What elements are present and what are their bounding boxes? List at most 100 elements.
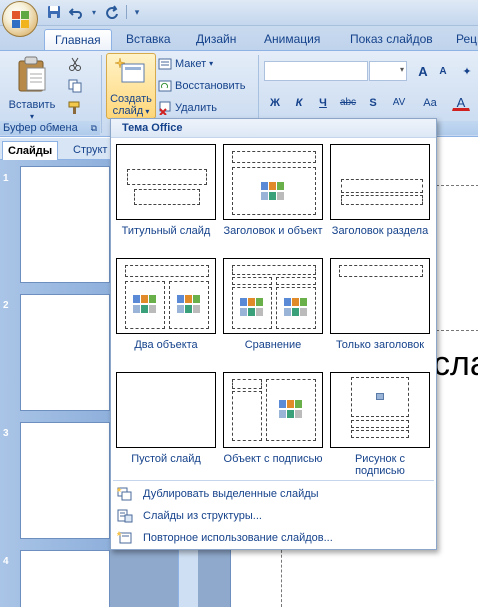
layout-title-and-content[interactable]: Заголовок и объект xyxy=(223,144,323,237)
placeholder xyxy=(351,420,409,428)
tab-slides-pane[interactable]: Слайды xyxy=(2,141,59,160)
menu-separator xyxy=(113,480,434,481)
tab-home[interactable]: Главная xyxy=(44,29,112,50)
thumbnail-scrollbar[interactable] xyxy=(178,540,198,607)
slide-thumbnails-pane: 1 2 3 4 xyxy=(0,160,110,607)
tab-slideshow[interactable]: Показ слайдов xyxy=(340,29,443,50)
layout-caption: Заголовок и объект xyxy=(223,225,323,237)
character-spacing-button[interactable]: AV xyxy=(386,93,412,111)
layout-picture-with-caption[interactable]: Рисунок с подписью xyxy=(330,372,430,477)
layout-caption: Титульный слайд xyxy=(121,225,211,237)
cut-icon[interactable] xyxy=(68,57,82,71)
duplicate-slides-item[interactable]: Дублировать выделенные слайды xyxy=(115,484,434,504)
reset-button[interactable]: Восстановить xyxy=(158,76,245,96)
clipboard-group-label: Буфер обмена ⧉ xyxy=(0,121,100,135)
layout-thumbnail xyxy=(223,258,323,334)
layout-comparison[interactable]: Сравнение xyxy=(223,258,323,351)
duplicate-slides-icon xyxy=(116,487,133,501)
layout-title-slide[interactable]: Титульный слайд xyxy=(116,144,216,237)
layout-two-content[interactable]: Два объекта xyxy=(116,258,216,351)
new-slide-icon xyxy=(114,57,145,83)
delete-slide-button[interactable]: Удалить xyxy=(158,98,217,118)
grow-font-button[interactable]: A xyxy=(414,62,432,80)
placeholder xyxy=(351,430,409,438)
italic-button[interactable]: К xyxy=(290,93,308,111)
subtitle-placeholder-border xyxy=(281,540,282,607)
slide-number: 4 xyxy=(3,556,9,567)
layout-label: Макет xyxy=(175,58,207,70)
layout-section-header[interactable]: Заголовок раздела xyxy=(330,144,430,237)
placeholder xyxy=(134,189,200,205)
change-case-button[interactable]: Aa xyxy=(418,93,442,111)
copy-icon[interactable] xyxy=(68,79,82,93)
font-color-button[interactable]: A xyxy=(452,93,470,111)
layout-gallery-dropdown: Тема Office Титульный слайд Заголовок и xyxy=(110,118,437,550)
slide-thumbnail[interactable] xyxy=(20,422,110,539)
shrink-font-button[interactable]: A xyxy=(434,62,452,80)
strikethrough-button[interactable]: abc xyxy=(336,93,360,111)
slide-number: 3 xyxy=(3,428,9,439)
clear-formatting-icon[interactable]: ✦ xyxy=(458,62,476,80)
save-icon[interactable] xyxy=(46,4,62,20)
slide-thumbnail[interactable] xyxy=(20,166,110,283)
content-icons xyxy=(240,298,266,318)
qat-separator xyxy=(126,5,127,19)
office-logo-icon xyxy=(12,11,30,29)
redo-icon[interactable] xyxy=(104,4,120,20)
placeholder xyxy=(232,391,262,441)
underline-button[interactable]: Ч xyxy=(314,93,332,111)
new-slide-button[interactable]: Создать слайд ▾ xyxy=(106,53,156,119)
slides-from-outline-item[interactable]: Слайды из структуры... xyxy=(115,506,434,526)
placeholder xyxy=(351,377,409,417)
content-icons xyxy=(284,298,310,318)
layout-thumbnail xyxy=(223,372,323,448)
layout-thumbnail xyxy=(116,372,216,448)
tab-review[interactable]: Рец xyxy=(446,29,478,50)
layout-caption: Объект с подписью xyxy=(223,453,323,465)
slide-thumbnail[interactable] xyxy=(20,550,110,607)
text-shadow-button[interactable]: S xyxy=(364,93,382,111)
font-size-dropdown-icon[interactable]: ▾ xyxy=(400,65,404,74)
placeholder xyxy=(232,265,316,275)
layout-icon xyxy=(158,57,172,71)
slide-title-text[interactable]: сла xyxy=(433,345,478,384)
placeholder xyxy=(266,379,316,441)
group-separator xyxy=(101,55,102,133)
format-painter-icon[interactable] xyxy=(68,101,82,115)
reuse-slides-item[interactable]: Повторное использование слайдов... xyxy=(115,528,434,548)
delete-label: Удалить xyxy=(175,102,217,114)
layout-content-with-caption[interactable]: Объект с подписью xyxy=(223,372,323,465)
new-slide-label-line1: Создать xyxy=(110,93,152,105)
slide-thumbnail[interactable] xyxy=(20,294,110,411)
tab-insert[interactable]: Вставка xyxy=(116,29,181,50)
content-icons xyxy=(261,182,287,202)
placeholder xyxy=(232,167,316,215)
placeholder xyxy=(339,265,423,277)
font-name-combobox[interactable] xyxy=(264,61,368,81)
bold-button[interactable]: Ж xyxy=(266,93,284,111)
layout-thumbnail xyxy=(330,372,430,448)
undo-dropdown-icon[interactable]: ▾ xyxy=(90,4,98,20)
dialog-launcher-icon[interactable]: ⧉ xyxy=(91,121,97,135)
paste-button[interactable]: Вставить ▾ xyxy=(6,55,58,123)
undo-icon[interactable] xyxy=(68,4,84,20)
font-size-combobox[interactable]: ▾ xyxy=(369,61,407,81)
placeholder xyxy=(125,265,209,277)
content-icons xyxy=(133,295,159,315)
layout-button[interactable]: Макет ▾ xyxy=(158,54,213,74)
pane-tabs: Слайды Структ xyxy=(0,138,110,160)
placeholder xyxy=(127,169,207,185)
tab-outline-pane[interactable]: Структ xyxy=(68,141,112,160)
layout-caption: Пустой слайд xyxy=(131,453,201,465)
paste-icon xyxy=(18,56,46,92)
reset-icon xyxy=(158,79,172,93)
layout-title-only[interactable]: Только заголовок xyxy=(330,258,430,351)
placeholder xyxy=(232,379,262,389)
customize-qat-icon[interactable]: ▾ xyxy=(133,4,141,20)
office-button[interactable] xyxy=(2,1,38,37)
layout-blank[interactable]: Пустой слайд xyxy=(116,372,216,465)
tab-design[interactable]: Дизайн xyxy=(186,29,246,50)
gallery-header: Тема Office xyxy=(111,119,436,138)
picture-icon xyxy=(376,393,384,400)
tab-animation[interactable]: Анимация xyxy=(254,29,330,50)
